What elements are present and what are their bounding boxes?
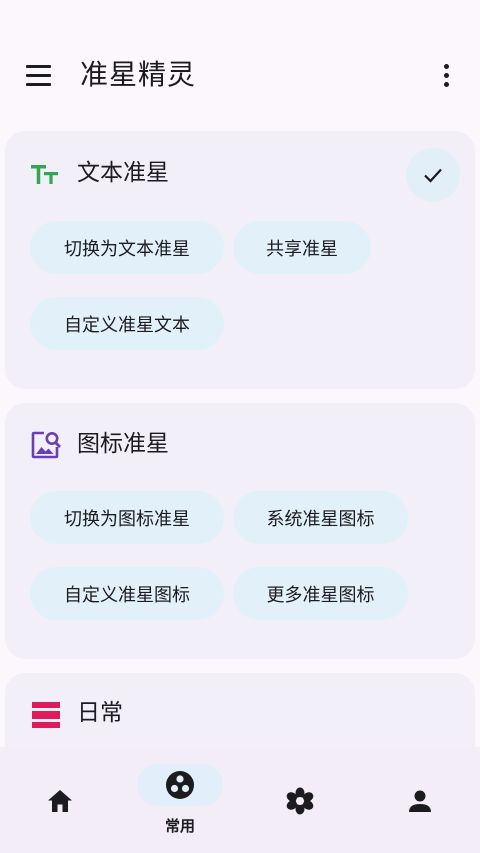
section-title: 图标准星	[77, 431, 169, 457]
nav-label: 常用	[164, 817, 195, 835]
app-screen: 准星精灵 文本准星 切换为文本准星 共享准星 自定义准星文本 图标准星 切换为图…	[0, 0, 480, 853]
nav-flower[interactable]	[240, 747, 360, 853]
more-dot	[443, 63, 449, 69]
nav-profile[interactable]	[360, 747, 480, 853]
menu-icon-line	[25, 82, 51, 86]
flower-icon	[286, 787, 314, 815]
section-title: 日常	[77, 700, 123, 726]
nav-common[interactable]: 常用	[120, 747, 240, 853]
daily-list-icon	[32, 702, 60, 728]
home-icon	[48, 790, 72, 812]
top-app-bar: 准星精灵	[0, 0, 480, 150]
crosshair-icon	[166, 771, 194, 799]
text-crosshair-card: 文本准星 切换为文本准星 共享准星 自定义准星文本	[5, 131, 475, 389]
more-options-button[interactable]	[428, 57, 464, 93]
image-search-icon	[31, 431, 61, 459]
share-crosshair-button[interactable]: 共享准星	[233, 221, 371, 274]
person-icon	[409, 790, 431, 812]
more-dot	[443, 81, 449, 87]
text-format-icon	[31, 165, 58, 184]
switch-to-icon-crosshair-button[interactable]: 切换为图标准星	[30, 491, 224, 544]
selected-check-button[interactable]	[406, 148, 460, 202]
bottom-navigation: 常用	[0, 747, 480, 853]
custom-crosshair-text-button[interactable]: 自定义准星文本	[30, 297, 224, 350]
app-title: 准星精灵	[80, 58, 197, 91]
menu-icon-line	[25, 73, 51, 77]
more-dot	[443, 72, 449, 78]
custom-crosshair-icon-button[interactable]: 自定义准星图标	[30, 567, 224, 620]
check-icon	[424, 168, 442, 183]
icon-crosshair-card: 图标准星 切换为图标准星 系统准星图标 自定义准星图标 更多准星图标	[5, 403, 475, 659]
menu-button[interactable]	[18, 57, 58, 93]
more-crosshair-icons-button[interactable]: 更多准星图标	[233, 567, 408, 620]
nav-active-indicator	[137, 764, 223, 806]
switch-to-text-crosshair-button[interactable]: 切换为文本准星	[30, 221, 224, 274]
nav-home[interactable]	[0, 747, 120, 853]
system-crosshair-icons-button[interactable]: 系统准星图标	[233, 491, 408, 544]
section-title: 文本准星	[77, 160, 169, 186]
menu-icon-line	[25, 64, 51, 68]
